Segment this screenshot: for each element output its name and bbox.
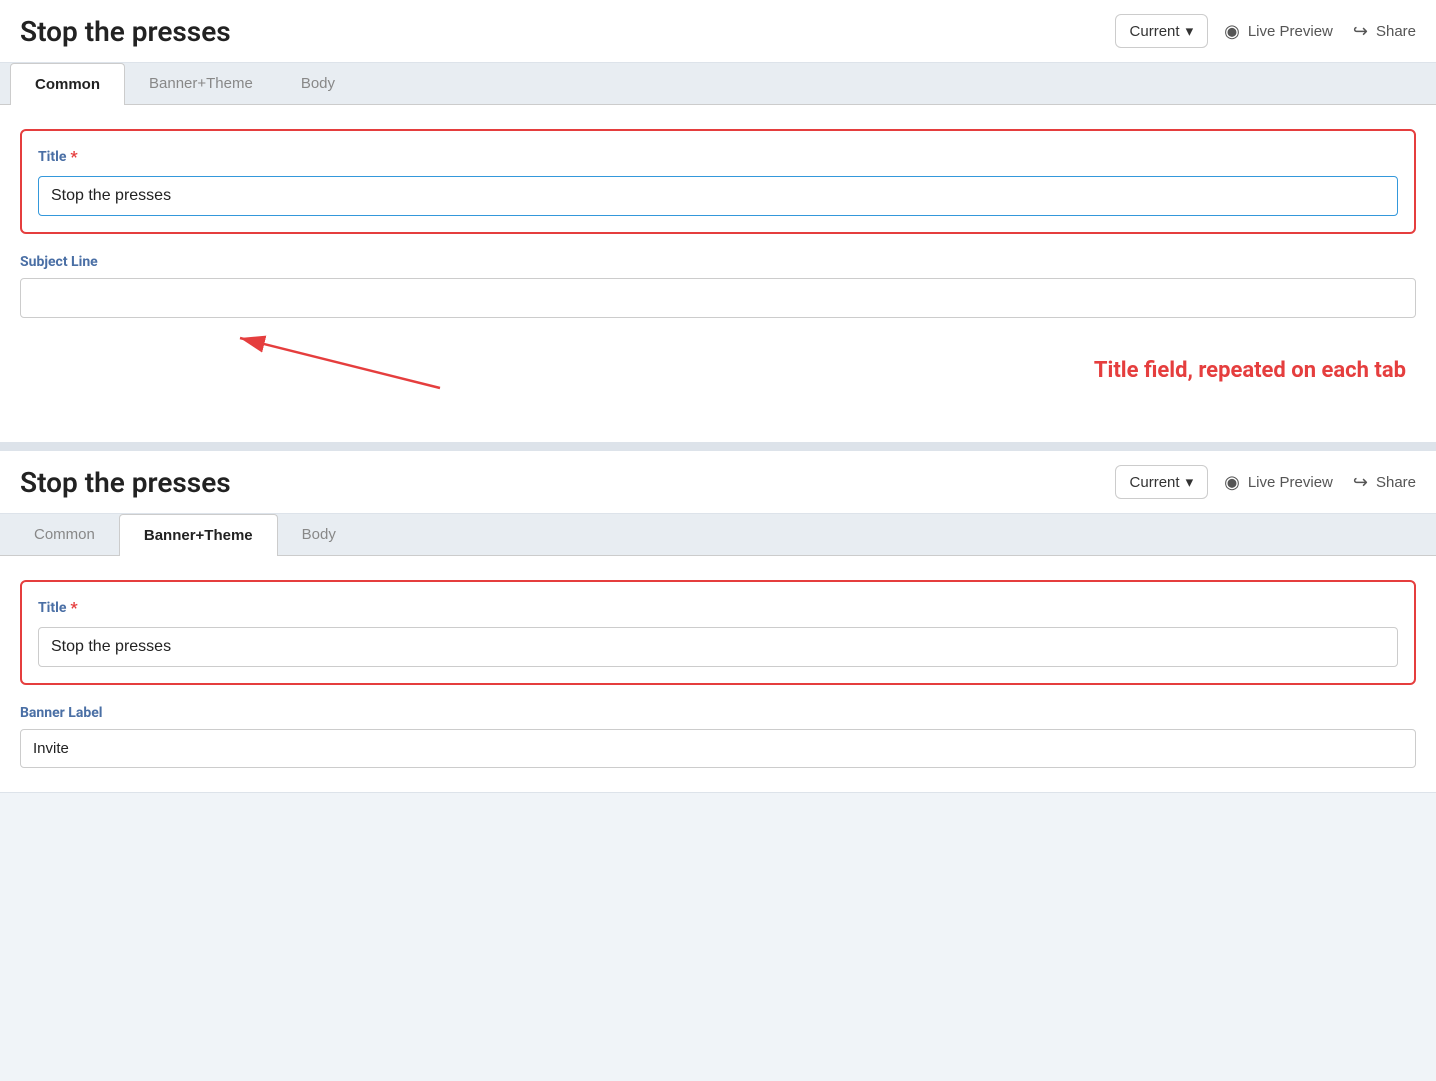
page-title-1: Stop the presses [20, 15, 1099, 48]
header-1: Stop the presses Current ▾ ◉ Live Previe… [0, 0, 1436, 63]
version-dropdown[interactable]: Current ▾ [1115, 14, 1209, 48]
live-preview-button-1[interactable]: ◉ Live Preview [1224, 21, 1333, 42]
header-actions-2: ◉ Live Preview ↪ Share [1224, 472, 1416, 493]
chevron-down-icon-2: ▾ [1186, 473, 1194, 491]
eye-icon: ◉ [1224, 21, 1240, 42]
share-label-2: Share [1376, 474, 1416, 491]
header-actions: ◉ Live Preview ↪ Share [1224, 21, 1416, 42]
title-field-group-1: Title * [20, 129, 1416, 234]
subject-line-group: Subject Line [20, 254, 1416, 318]
version-dropdown-2[interactable]: Current ▾ [1115, 465, 1209, 499]
share-button-1[interactable]: ↪ Share [1353, 21, 1416, 42]
annotation-arrow [20, 328, 720, 418]
section-2: Stop the presses Current ▾ ◉ Live Previe… [0, 451, 1436, 793]
header-2: Stop the presses Current ▾ ◉ Live Previe… [0, 451, 1436, 514]
content-area-2: Title * Banner Label [0, 556, 1436, 792]
eye-icon-2: ◉ [1224, 472, 1240, 493]
banner-label-group: Banner Label [20, 705, 1416, 768]
title-input-2[interactable] [38, 627, 1398, 667]
share-button-2[interactable]: ↪ Share [1353, 472, 1416, 493]
section-divider [0, 443, 1436, 451]
title-input-1[interactable] [38, 176, 1398, 216]
tab-common-1[interactable]: Common [10, 63, 125, 105]
tabs-2: Common Banner+Theme Body [0, 514, 1436, 556]
content-area-1: Title * Subject Line Title field, repeat… [0, 105, 1436, 442]
banner-label-input[interactable] [20, 729, 1416, 768]
required-star-2: * [70, 598, 77, 617]
live-preview-label-2: Live Preview [1248, 474, 1333, 491]
banner-label-label: Banner Label [20, 705, 1416, 721]
tab-banner-theme-2[interactable]: Banner+Theme [119, 514, 278, 556]
annotation-area: Title field, repeated on each tab [20, 328, 1416, 418]
title-label-1: Title * [38, 147, 1398, 166]
section-1: Stop the presses Current ▾ ◉ Live Previe… [0, 0, 1436, 443]
version-label: Current [1130, 23, 1180, 40]
subject-line-label: Subject Line [20, 254, 1416, 270]
live-preview-button-2[interactable]: ◉ Live Preview [1224, 472, 1333, 493]
tab-banner-theme-1[interactable]: Banner+Theme [125, 63, 277, 104]
version-label-2: Current [1130, 474, 1180, 491]
tabs-1: Common Banner+Theme Body [0, 63, 1436, 105]
tab-body-2[interactable]: Body [278, 514, 360, 555]
share-icon-2: ↪ [1353, 472, 1368, 493]
share-label-1: Share [1376, 23, 1416, 40]
title-field-group-2: Title * [20, 580, 1416, 685]
live-preview-label-1: Live Preview [1248, 23, 1333, 40]
required-star-1: * [70, 147, 77, 166]
page-title-2: Stop the presses [20, 466, 1099, 499]
tab-body-1[interactable]: Body [277, 63, 359, 104]
chevron-down-icon: ▾ [1186, 22, 1194, 40]
annotation-text-1: Title field, repeated on each tab [1094, 358, 1406, 383]
share-icon-1: ↪ [1353, 21, 1368, 42]
title-label-2: Title * [38, 598, 1398, 617]
subject-line-input[interactable] [20, 278, 1416, 318]
tab-common-2[interactable]: Common [10, 514, 119, 555]
